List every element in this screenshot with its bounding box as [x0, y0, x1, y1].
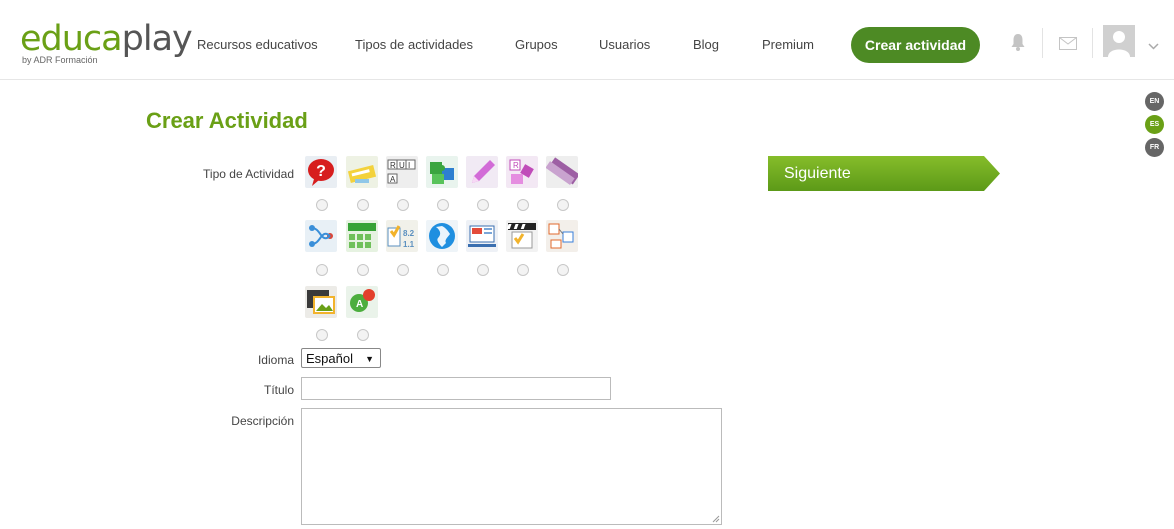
question-icon[interactable]: ? — [305, 156, 337, 188]
descripcion-textarea[interactable] — [301, 408, 722, 525]
titulo-input[interactable] — [301, 377, 611, 400]
logo-wordmark: educaplay — [20, 19, 193, 59]
activity-type-radio[interactable] — [397, 264, 409, 276]
dialog-icon[interactable]: A — [346, 286, 378, 318]
activity-type-radio[interactable] — [557, 199, 569, 211]
select-arrow-icon: ▼ — [365, 354, 374, 364]
siguiente-label: Siguiente — [784, 165, 851, 182]
svg-text:U: U — [399, 161, 405, 170]
activity-type-radio[interactable] — [357, 264, 369, 276]
activity-type-radio[interactable] — [316, 264, 328, 276]
tipo-de-actividad-label: Tipo de Actividad — [203, 167, 294, 181]
puzzle-icon[interactable] — [426, 156, 458, 188]
idioma-label: Idioma — [257, 353, 294, 367]
activity-type-radio[interactable] — [557, 264, 569, 276]
lang-fr-button[interactable]: FR — [1145, 138, 1164, 157]
activity-type-radio[interactable] — [397, 199, 409, 211]
wordsearch-grid-icon[interactable] — [346, 220, 378, 252]
bell-icon[interactable] — [1010, 33, 1026, 56]
activity-type-radio[interactable] — [316, 329, 328, 341]
activity-type-radio[interactable] — [316, 199, 328, 211]
header-divider — [1042, 28, 1043, 58]
test-icon[interactable]: 8.2 1.1 — [386, 220, 418, 252]
resize-grip-icon[interactable] — [712, 515, 720, 523]
top-header: educaplay by ADR Formación Recursos educ… — [0, 0, 1174, 80]
nav-grupos[interactable]: Grupos — [515, 37, 558, 52]
map-icon[interactable] — [426, 220, 458, 252]
svg-text:A: A — [356, 299, 363, 310]
activity-type-radio[interactable] — [357, 199, 369, 211]
sort-icon[interactable] — [546, 220, 578, 252]
video-quiz-icon[interactable] — [506, 220, 538, 252]
chevron-down-icon[interactable] — [1148, 37, 1159, 55]
nav-tipos-de-actividades[interactable]: Tipos de actividades — [355, 37, 473, 52]
page-title: Crear Actividad — [146, 108, 308, 133]
fill-blanks-icon[interactable] — [346, 156, 378, 188]
activity-type-radio[interactable] — [477, 264, 489, 276]
avatar-icon[interactable] — [1103, 25, 1135, 62]
nav-recursos-educativos[interactable]: Recursos educativos — [197, 37, 318, 52]
svg-text:I: I — [408, 161, 410, 170]
svg-text:?: ? — [316, 163, 326, 180]
activity-type-radio[interactable] — [437, 264, 449, 276]
alphabet-icon[interactable]: R — [506, 156, 538, 188]
lang-es-button[interactable]: ES — [1145, 115, 1164, 134]
siguiente-button[interactable]: Siguiente — [768, 156, 1000, 191]
svg-text:1.1: 1.1 — [403, 240, 415, 249]
activity-type-radio[interactable] — [477, 199, 489, 211]
nav-blog[interactable]: Blog — [693, 37, 719, 52]
nav-premium[interactable]: Premium — [762, 37, 814, 52]
activity-type-radio[interactable] — [517, 264, 529, 276]
idioma-selected-value: Español — [306, 351, 353, 366]
crear-actividad-button[interactable]: Crear actividad — [851, 27, 980, 63]
crossword-icon[interactable]: RUI A — [386, 156, 418, 188]
svg-text:8.2: 8.2 — [403, 229, 415, 238]
svg-text:R: R — [390, 161, 396, 170]
logo-subtitle: by ADR Formación — [22, 55, 98, 65]
mail-icon[interactable] — [1059, 37, 1077, 55]
activity-type-radio[interactable] — [357, 329, 369, 341]
pencil-icon[interactable] — [466, 156, 498, 188]
nav-usuarios[interactable]: Usuarios — [599, 37, 650, 52]
presentation-icon[interactable] — [466, 220, 498, 252]
activity-type-radio[interactable] — [517, 199, 529, 211]
image-icon[interactable] — [305, 286, 337, 318]
idioma-select[interactable]: Español ▼ — [301, 348, 381, 368]
relations-icon[interactable] — [305, 220, 337, 252]
titulo-label: Título — [263, 383, 294, 397]
word-search-icon[interactable] — [546, 156, 578, 188]
header-divider — [1092, 28, 1093, 58]
lang-en-button[interactable]: EN — [1145, 92, 1164, 111]
educaplay-logo[interactable]: educaplay by ADR Formación — [20, 22, 193, 66]
activity-type-radio[interactable] — [437, 199, 449, 211]
svg-text:R: R — [513, 161, 519, 170]
svg-text:A: A — [390, 175, 396, 184]
descripcion-label: Descripción — [231, 414, 294, 428]
